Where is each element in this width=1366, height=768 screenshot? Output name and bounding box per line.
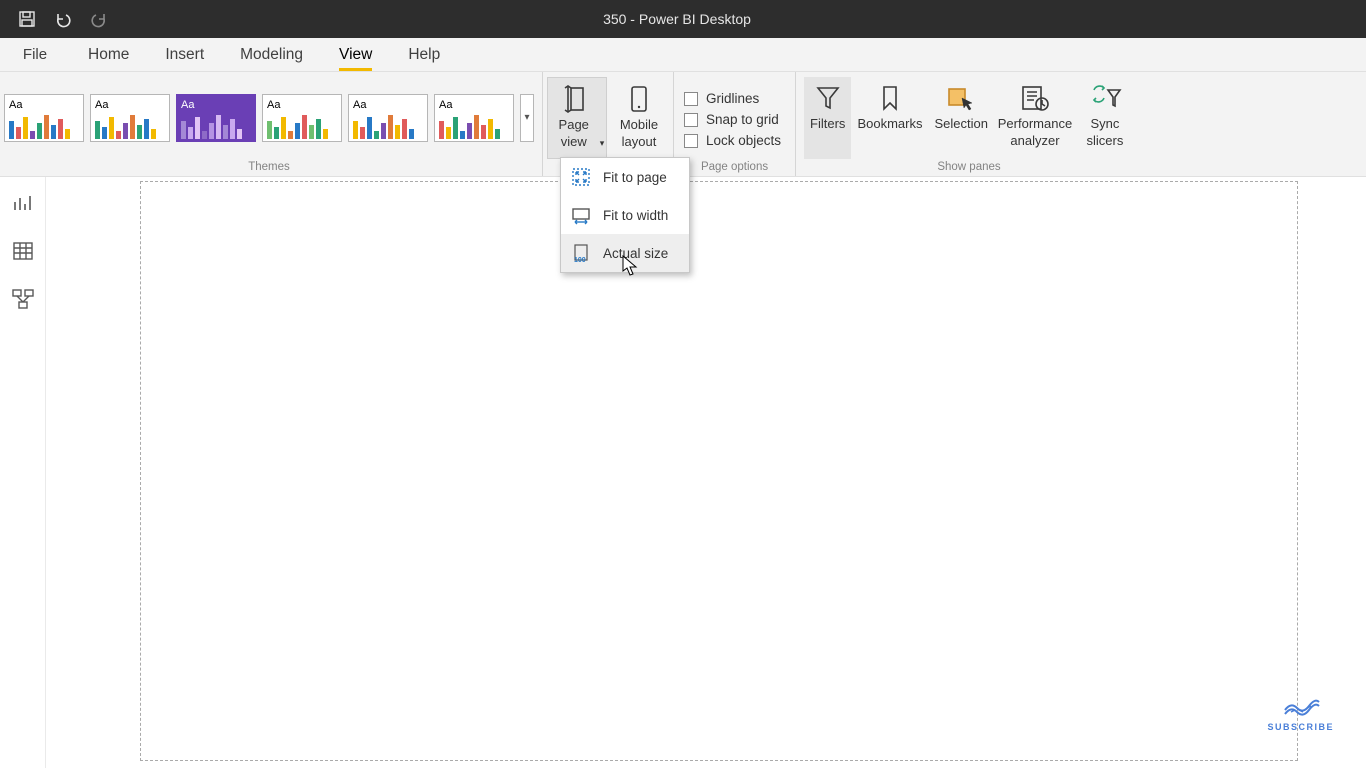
group-page-options: Gridlines Snap to grid Lock objects Page… [674, 72, 796, 176]
redo-icon [90, 10, 108, 28]
tab-insert[interactable]: Insert [147, 38, 222, 71]
group-label-show-panes: Show panes [804, 161, 1134, 176]
checkbox-icon [684, 134, 698, 148]
svg-text:100: 100 [574, 257, 586, 263]
theme-swatch-3[interactable]: Aa [262, 94, 342, 142]
ribbon-tabstrip: File Home Insert Modeling View Help [0, 38, 1366, 72]
mobile-layout-button[interactable]: Mobile layout [609, 77, 669, 159]
selection-button[interactable]: Selection [928, 77, 993, 159]
view-switcher [0, 177, 46, 768]
report-canvas-area [46, 177, 1366, 768]
undo-icon[interactable] [54, 10, 72, 28]
theme-swatch-4[interactable]: Aa [348, 94, 428, 142]
data-view-button[interactable] [9, 237, 37, 265]
ribbon: AaAaAaAaAaAa ▾ Themes Page view▾ Mobile … [0, 72, 1366, 177]
group-themes: AaAaAaAaAaAa ▾ Themes [0, 72, 543, 176]
sync-slicers-button[interactable]: Sync slicers [1076, 77, 1134, 159]
page-view-label: Page view [550, 116, 598, 150]
page-view-button[interactable]: Page view▾ [547, 77, 607, 159]
page-view-icon [562, 82, 592, 116]
report-view-button[interactable] [9, 189, 37, 217]
save-icon[interactable] [18, 10, 36, 28]
actual-size-item[interactable]: 100 Actual size [561, 234, 689, 272]
model-view-button[interactable] [9, 285, 37, 313]
checkbox-icon [684, 113, 698, 127]
subscribe-watermark: SUBSCRIBE [1267, 686, 1334, 732]
tab-file[interactable]: File [0, 38, 70, 71]
filter-icon [815, 81, 841, 115]
tab-view[interactable]: View [321, 38, 390, 71]
mobile-icon [628, 82, 650, 116]
filters-button[interactable]: Filters [804, 77, 851, 159]
themes-gallery: AaAaAaAaAaAa [4, 94, 514, 142]
performance-icon [1020, 81, 1050, 115]
group-label-themes: Themes [4, 161, 534, 176]
theme-swatch-1[interactable]: Aa [90, 94, 170, 142]
lock-objects-checkbox[interactable]: Lock objects [684, 133, 781, 148]
theme-swatch-5[interactable]: Aa [434, 94, 514, 142]
fit-to-width-item[interactable]: Fit to width [561, 196, 689, 234]
theme-swatch-0[interactable]: Aa [4, 94, 84, 142]
mobile-layout-label: Mobile layout [614, 116, 664, 150]
selection-icon [946, 81, 976, 115]
fit-to-page-item[interactable]: Fit to page [561, 158, 689, 196]
sync-slicers-icon [1088, 81, 1122, 115]
performance-analyzer-button[interactable]: Performance analyzer [994, 77, 1076, 159]
checkbox-icon [684, 92, 698, 106]
gridlines-checkbox[interactable]: Gridlines [684, 91, 781, 106]
chevron-down-icon: ▾ [600, 138, 605, 148]
theme-swatch-2[interactable]: Aa [176, 94, 256, 142]
tab-home[interactable]: Home [70, 38, 147, 71]
bookmarks-button[interactable]: Bookmarks [851, 77, 928, 159]
page-view-dropdown: Fit to page Fit to width 100 Actual size [560, 157, 690, 273]
snap-to-grid-checkbox[interactable]: Snap to grid [684, 112, 781, 127]
window-title: 350 - Power BI Desktop [108, 11, 1366, 27]
group-label-page-options: Page options [682, 161, 787, 176]
bookmark-icon [880, 81, 900, 115]
tab-help[interactable]: Help [390, 38, 458, 71]
report-page[interactable] [140, 181, 1298, 761]
tab-modeling[interactable]: Modeling [222, 38, 321, 71]
title-bar: 350 - Power BI Desktop [0, 0, 1366, 38]
themes-more-button[interactable]: ▾ [520, 94, 534, 142]
group-show-panes: Filters Bookmarks Selection Performance … [796, 72, 1142, 176]
